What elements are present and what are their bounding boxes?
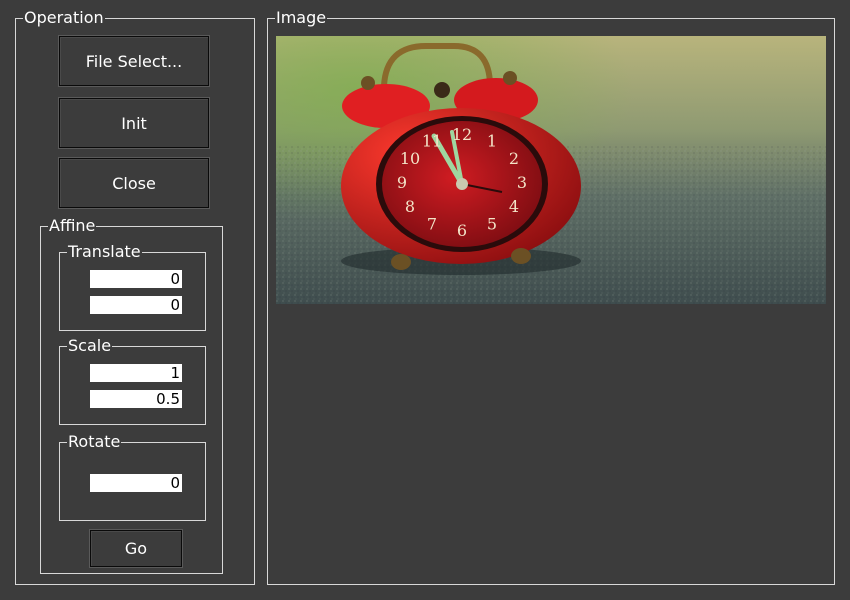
translate-group: Translate <box>59 243 206 331</box>
clock-number: 1 <box>487 131 497 150</box>
close-button[interactable]: Close <box>58 157 210 209</box>
translate-y-input[interactable] <box>90 296 182 314</box>
clock-number: 3 <box>517 173 527 192</box>
operation-title: Operation <box>23 8 105 27</box>
clock-number: 4 <box>509 197 519 216</box>
alarm-clock-photo: 12 12 3 45 6 78 9 1011 <box>276 36 826 304</box>
rotate-title: Rotate <box>67 432 122 451</box>
scale-x-input[interactable] <box>90 364 182 382</box>
scale-group: Scale <box>59 337 206 425</box>
go-button[interactable]: Go <box>89 529 183 568</box>
image-title: Image <box>275 8 328 27</box>
scale-y-input[interactable] <box>90 390 182 408</box>
clock-number: 9 <box>397 173 407 192</box>
clock-number: 8 <box>405 197 415 216</box>
affine-title: Affine <box>48 216 97 235</box>
clock-number: 5 <box>487 215 497 234</box>
translate-x-input[interactable] <box>90 270 182 288</box>
scale-title: Scale <box>67 336 113 355</box>
clock-number: 7 <box>427 215 437 234</box>
clock-number: 2 <box>509 149 519 168</box>
clock-number: 6 <box>457 221 467 240</box>
rotate-angle-input[interactable] <box>90 474 182 492</box>
translate-title: Translate <box>67 242 142 261</box>
clock-number: 11 <box>422 131 442 150</box>
image-display: 12 1 2 3 4 5 6 7 8 9 10 11 <box>276 36 826 304</box>
clock-number: 12 <box>452 125 472 144</box>
file-select-button[interactable]: File Select... <box>58 35 210 87</box>
clock-number: 10 <box>400 149 420 168</box>
init-button[interactable]: Init <box>58 97 210 149</box>
